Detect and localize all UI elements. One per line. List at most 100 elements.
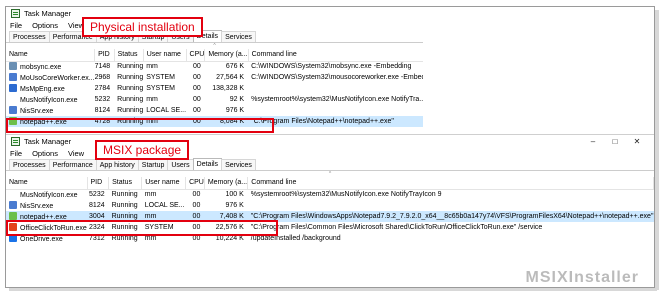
physical-installation-label: Physical installation — [82, 17, 203, 37]
column-header-user[interactable]: User name — [141, 177, 187, 190]
column-header-name[interactable]: Name — [6, 49, 96, 62]
msix-package-label: MSIX package — [95, 140, 190, 160]
cell-command-line-text: C:\WINDOWS\System32\mobsync.exe -Embeddi… — [251, 63, 412, 71]
cell-command-line: "C:\Program Files\Common Files\Microsoft… — [248, 222, 654, 233]
column-header-memory[interactable]: Memory (a... — [204, 49, 249, 62]
cell-command-line: /updateInstalled /background — [248, 233, 654, 244]
cell-memory: 100 K — [204, 189, 247, 200]
cell-status-text: Running — [117, 63, 144, 71]
cell-user: LOCAL SE... — [142, 200, 186, 211]
cell-pid: 8124 — [87, 200, 109, 211]
tab-app-history[interactable]: App history — [95, 159, 139, 170]
column-header-pid[interactable]: PID — [94, 49, 115, 62]
window-controls: – □ ✕ — [582, 135, 648, 148]
cell-user: mm — [143, 61, 186, 72]
tab-performance[interactable]: Performance — [48, 159, 97, 170]
window-title: Task Manager — [24, 137, 72, 146]
blank-icon — [9, 190, 17, 198]
gear-icon — [9, 62, 17, 71]
cell-user-text: mm — [146, 96, 158, 103]
cell-status-text: Running — [117, 74, 144, 81]
blank-icon — [9, 95, 17, 103]
cell-status: Running — [109, 189, 142, 200]
cell-status: Running — [114, 83, 143, 94]
task-manager-icon — [11, 137, 20, 146]
column-header-name[interactable]: Name — [6, 177, 88, 190]
cell-user-text: LOCAL SE... — [146, 107, 187, 114]
table-row[interactable]: NisSrv.exe 8124 Running LOCAL SE... 00 976 K — [6, 200, 654, 211]
minimize-button[interactable]: – — [582, 135, 604, 148]
cell-memory: 676 K — [205, 61, 248, 72]
cell-status-text: Running — [111, 202, 138, 209]
app-icon — [9, 73, 17, 81]
table-row[interactable]: NisSrv.exe 8124 Running LOCAL SE... 00 976 K — [6, 105, 423, 116]
cell-pid-text: 7148 — [94, 63, 111, 71]
table-row[interactable]: mobsync.exe 7148 Running mm 00 676 K C:\WINDOW… — [6, 61, 423, 72]
column-header-pid[interactable]: PID — [87, 177, 110, 190]
cell-name-text: MusNotifyIcon.exe — [20, 97, 78, 104]
tab-users[interactable]: Users — [167, 159, 194, 170]
tab-processes[interactable]: Processes — [9, 31, 50, 42]
app-icon — [9, 201, 17, 209]
cell-memory-text: 100 K — [225, 191, 244, 199]
cell-name: MusNotifyIcon.exe — [6, 94, 95, 105]
tab-strip: Processes Performance App history Startu… — [6, 158, 654, 171]
cell-pid: 5232 — [87, 189, 109, 200]
table-row[interactable]: MoUsoCoreWorker.ex... 2968 Running SYSTEM 00… — [6, 72, 423, 83]
cell-user: SYSTEM — [143, 83, 186, 94]
cell-cpu: 00 — [186, 72, 205, 83]
menu-view[interactable]: View — [68, 149, 84, 158]
column-header-status[interactable]: Status — [108, 177, 143, 190]
menu-options[interactable]: Options — [32, 149, 58, 158]
close-button[interactable]: ✕ — [626, 135, 648, 148]
cell-pid-text: 5232 — [89, 191, 105, 199]
cell-memory: 976 K — [205, 105, 248, 116]
cell-name: MsMpEng.exe — [6, 83, 95, 94]
cell-pid: 5232 — [95, 94, 115, 105]
cell-user-text: mm — [144, 213, 157, 220]
cell-cpu-text: 00 — [192, 191, 201, 199]
cell-pid-text: 8124 — [89, 202, 105, 209]
column-header-memory[interactable]: Memory (a... — [204, 177, 249, 190]
column-header-cpu[interactable]: CPU — [185, 177, 205, 190]
cell-command-line-text: "C:\Program Files\WindowsApps\Notepad7.9… — [250, 213, 654, 220]
tab-services[interactable]: Services — [221, 31, 256, 42]
tab-services[interactable]: Services — [221, 159, 256, 170]
tab-processes[interactable]: Processes — [9, 159, 50, 170]
column-header-user[interactable]: User name — [143, 49, 187, 62]
table-row[interactable]: MusNotifyIcon.exe 5232 Running mm 00 92 K %sys… — [6, 94, 423, 105]
tab-strip: Processes Performance App history Startu… — [6, 30, 423, 43]
cell-memory-text: 976 K — [225, 202, 244, 209]
cell-status: Running — [114, 105, 143, 116]
menu-options[interactable]: Options — [32, 21, 58, 30]
column-header-command-line[interactable]: Command line — [248, 49, 423, 62]
column-header-command-line[interactable]: Command line — [247, 177, 654, 190]
cell-memory-text: 7,408 K — [219, 213, 244, 220]
menu-file[interactable]: File — [10, 149, 22, 158]
watermark: MSIXInstaller — [525, 269, 639, 286]
cell-memory-text: 676 K — [225, 63, 245, 71]
cell-command-line — [248, 105, 423, 116]
cell-cpu-text: 00 — [192, 202, 201, 209]
cell-user-text: SYSTEM — [146, 74, 176, 81]
details-table: Name PID Status User name CPU Memory (a.… — [6, 49, 423, 127]
cell-command-line: C:\WINDOWS\System32\mobsync.exe -Embeddi… — [248, 61, 423, 72]
menu-file[interactable]: File — [10, 21, 22, 30]
column-header-cpu[interactable]: CPU — [186, 49, 206, 62]
cell-status-text: Running — [117, 107, 144, 114]
cell-memory: 92 K — [205, 94, 248, 105]
cell-command-line — [248, 83, 423, 94]
tab-details[interactable]: Details — [192, 158, 223, 170]
cell-memory: 27,564 K — [205, 72, 248, 83]
tab-startup[interactable]: Startup — [137, 159, 169, 170]
cell-status-text: Running — [117, 85, 144, 92]
table-row[interactable]: MsMpEng.exe 2784 Running SYSTEM 00 138,328 K — [6, 83, 423, 94]
cell-user: mm — [143, 94, 186, 105]
cell-status: Running — [114, 72, 143, 83]
cell-cpu: 00 — [186, 189, 205, 200]
maximize-button[interactable]: □ — [604, 135, 626, 148]
cell-status-text: Running — [111, 213, 138, 220]
table-row[interactable]: MusNotifyIcon.exe 5232 Running mm 00 100 K %sy… — [6, 189, 654, 200]
cell-user-text: SYSTEM — [146, 85, 176, 92]
column-header-status[interactable]: Status — [114, 49, 144, 62]
